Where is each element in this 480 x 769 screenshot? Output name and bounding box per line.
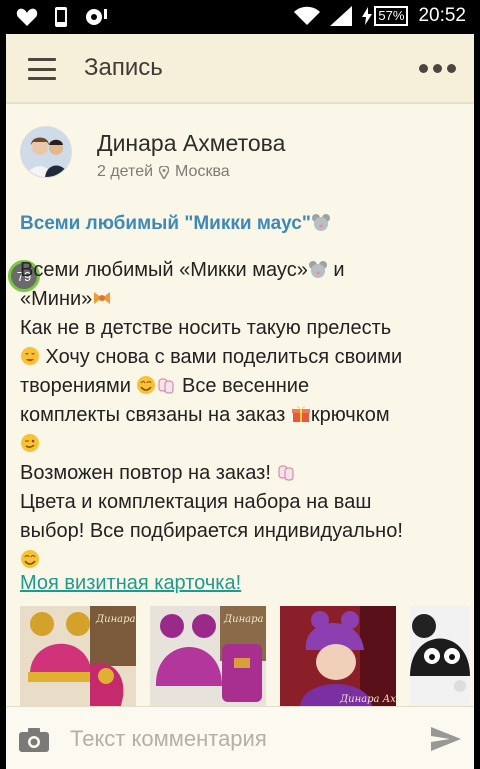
more-options-icon[interactable]: [419, 64, 456, 73]
photo-watermark: Динара Ахметова: [339, 694, 396, 705]
status-bar: 57% 20:52: [0, 0, 480, 34]
author-kids: 2 детей: [97, 163, 154, 180]
photo-thumbnail[interactable]: Динара Ахметова: [280, 606, 396, 706]
smile-emoji-icon: [137, 376, 156, 394]
page-title: Запись: [84, 54, 163, 81]
post-body-line: Как не в детстве носить такую прелесть: [20, 317, 392, 339]
post: Динара Ахметова 2 детей Москва Всеми люб…: [6, 106, 474, 706]
post-body-line: выбор! Все подбирается индивидуально!: [20, 520, 403, 542]
author-meta: 2 детей Москва: [97, 163, 285, 181]
comment-bar: [6, 706, 474, 769]
post-body-line: Хочу снова с вами поделиться своими: [20, 343, 472, 372]
business-card-link[interactable]: Моя визитная карточка!: [20, 572, 241, 595]
author-row[interactable]: Динара Ахметова 2 детей Москва: [20, 126, 285, 181]
author-city: Москва: [175, 163, 230, 180]
comment-input[interactable]: [70, 724, 400, 754]
avatar[interactable]: [20, 126, 72, 178]
photo-thumbnail[interactable]: Динара Ахметова: [20, 606, 136, 706]
photo-watermark: Динара Ахметова: [223, 614, 266, 625]
post-body-line: «Мини»: [20, 285, 472, 314]
signal-icon: [330, 6, 353, 26]
app-bar: Запись: [6, 34, 474, 104]
photo-thumbnail[interactable]: Динара Ахметова: [150, 606, 266, 706]
post-body-line: комплекты связаны на заказ крючком: [20, 404, 390, 426]
post-body-line: Цвета и комплектация набора на ваш: [20, 491, 372, 513]
post-body: Всеми любимый «Микки маус» и «Мини» Как …: [20, 256, 472, 575]
post-body-line: Возможен повтор на заказ!: [20, 459, 472, 488]
author-name[interactable]: Динара Ахметова: [97, 130, 285, 157]
camera-icon[interactable]: [18, 727, 50, 753]
photo-thumbnail[interactable]: [410, 606, 470, 706]
post-body-line: [20, 430, 472, 459]
mouse-emoji-icon: [311, 214, 330, 231]
clapping-hands-emoji-icon: [158, 378, 174, 394]
send-icon[interactable]: [430, 726, 462, 752]
wink-emoji-icon: [21, 434, 39, 452]
wifi-icon: [294, 6, 321, 25]
gift-emoji-icon: [291, 406, 310, 422]
clock: 20:52: [418, 5, 466, 26]
post-title: Всеми любимый "Микки маус": [20, 212, 331, 235]
post-body-line: Всеми любимый «Микки маус» и: [20, 259, 345, 281]
app: Запись Динара Ахметова 2 детей Москва Вс…: [6, 34, 474, 769]
location-pin-icon: [159, 165, 170, 179]
record-icon: [86, 9, 107, 25]
smile-emoji-icon: [21, 550, 39, 568]
clapping-hands-emoji-icon: [278, 465, 294, 481]
charging-icon: [362, 7, 373, 25]
screen: 57% 20:52 Запись Динара Ахметова 2 детей…: [0, 0, 480, 769]
post-body-line: [20, 546, 472, 575]
photo-watermark: Динара Ахметова: [95, 614, 136, 625]
battery-indicator: 57%: [362, 6, 409, 26]
battery-level: 57%: [374, 6, 409, 26]
ribbon-emoji-icon: [94, 292, 111, 304]
post-body-line: творениями Все весенние: [20, 375, 310, 397]
heart-icon: [16, 8, 38, 26]
photo-strip: Динара Ахметова Динара Ахметова: [20, 606, 470, 706]
phone-icon: [55, 7, 67, 27]
mouse-emoji-icon: [308, 261, 327, 278]
hamburger-menu-icon[interactable]: [28, 58, 56, 80]
heart-eyes-emoji-icon: [21, 347, 39, 365]
